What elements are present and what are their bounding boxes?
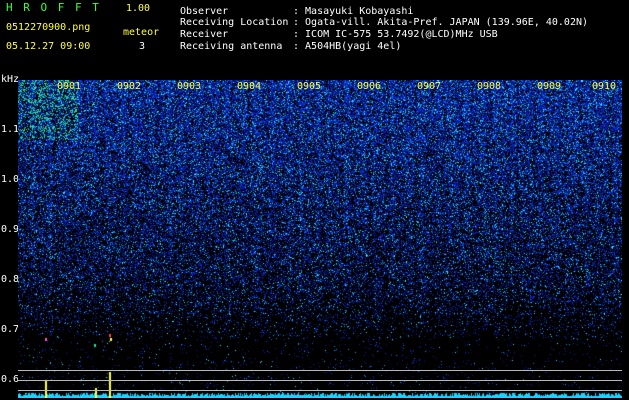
x-tick-label: 0909 [537,81,562,92]
x-tick-label: 0904 [237,81,262,92]
version-label: 1.00 [126,3,151,14]
y-tick-label: 0.8 [1,274,20,285]
meteor-label: meteor [123,27,160,38]
x-tick-label: 0902 [117,81,142,92]
receiver-value: : ICOM IC-575 53.7492(@LCD)MHz USB [293,29,498,40]
spectrogram [18,80,622,398]
y-tick-label: 1.1 [1,124,20,135]
reference-line [18,390,622,391]
y-tick-label: 0.9 [1,224,20,235]
x-tick-label: 0901 [57,81,82,92]
datetime-label: 05.12.27 09:00 [6,41,91,52]
app-title: H R O F F T [6,1,101,14]
x-tick-label: 0907 [417,81,442,92]
y-tick-label: 0.6 [1,374,20,385]
antenna-value: : A504HB(yagi 4el) [293,41,402,52]
location-value: : Ogata-vill. Akita-Pref. JAPAN (139.96E… [293,17,589,28]
location-label: Receiving Location [180,17,289,28]
antenna-label: Receiving antenna [180,41,283,52]
x-tick-label: 0908 [477,81,502,92]
x-tick-label: 0903 [177,81,202,92]
x-tick-label: 0910 [592,81,617,92]
reference-line [18,380,622,381]
y-axis-unit: kHz [1,74,20,85]
y-tick-label: 1.0 [1,174,20,185]
reference-line [18,370,622,371]
observer-value: : Masayuki Kobayashi [293,6,414,17]
y-tick-label: 0.7 [1,324,20,335]
receiver-label: Receiver [180,29,229,40]
observer-label: Observer [180,6,229,17]
filename-label: 0512270900.png [6,22,91,33]
x-tick-label: 0906 [357,81,382,92]
meteor-count: 3 [139,41,146,52]
x-tick-label: 0905 [297,81,322,92]
